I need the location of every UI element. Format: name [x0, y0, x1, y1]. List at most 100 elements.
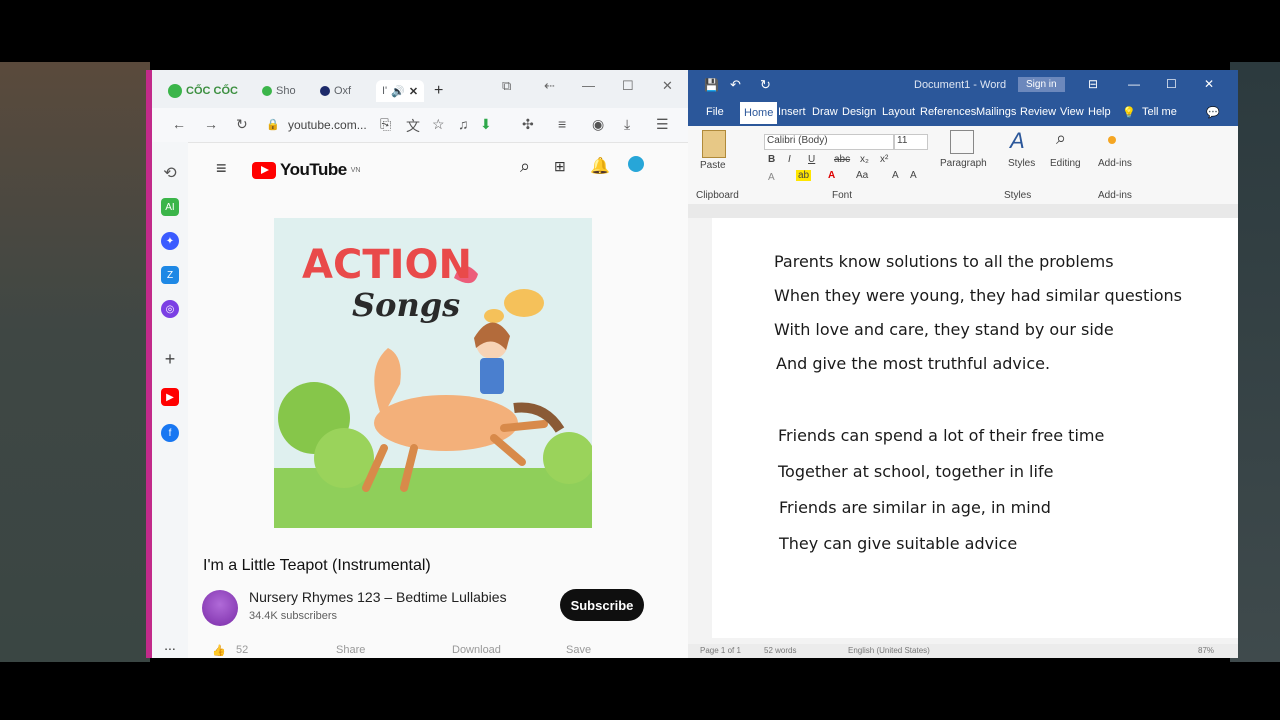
- subscript-icon[interactable]: x₂: [860, 154, 869, 165]
- search-icon[interactable]: ⌕: [520, 156, 530, 177]
- maximize-icon[interactable]: ☐: [1166, 77, 1177, 91]
- find-icon[interactable]: ⌕: [1056, 128, 1066, 149]
- paragraph-button[interactable]: Paragraph: [940, 158, 987, 169]
- region-label: VN: [350, 166, 361, 174]
- underline-icon[interactable]: U: [808, 154, 815, 165]
- tab-view[interactable]: View: [1060, 106, 1084, 118]
- download-green-icon[interactable]: ⬇: [480, 116, 492, 133]
- highlight-icon[interactable]: ab: [796, 170, 812, 181]
- minimize-icon[interactable]: —: [1128, 77, 1140, 91]
- create-icon[interactable]: ⊞: [554, 158, 566, 175]
- hamburger-icon[interactable]: ≡: [216, 158, 227, 179]
- browser-tab-3[interactable]: I' 🔊 ✕: [376, 80, 425, 102]
- italic-icon[interactable]: I: [788, 154, 791, 165]
- video-thumbnail[interactable]: ACTION Songs: [274, 218, 592, 528]
- assistant-icon[interactable]: ◎: [161, 300, 179, 318]
- channel-name[interactable]: Nursery Rhymes 123 – Bedtime Lullabies: [249, 589, 507, 605]
- save-icon[interactable]: 💾: [704, 78, 719, 92]
- back-arrow-icon[interactable]: ⇠: [544, 78, 555, 94]
- paste-icon[interactable]: [702, 130, 726, 158]
- back-icon[interactable]: ←: [172, 116, 186, 132]
- star-icon[interactable]: ☆: [432, 116, 445, 133]
- history-icon[interactable]: ⟲: [161, 164, 179, 182]
- grow-font-icon[interactable]: A: [892, 170, 899, 181]
- close-icon[interactable]: ✕: [1204, 77, 1214, 91]
- close-tab-icon[interactable]: ✕: [409, 85, 418, 98]
- tab-insert[interactable]: Insert: [778, 106, 806, 118]
- browser-tab-1[interactable]: Sho: [262, 80, 296, 102]
- youtube-sidebar-icon[interactable]: ▶: [161, 388, 179, 406]
- ribbon-display-icon[interactable]: ⊟: [1088, 77, 1098, 91]
- messenger-icon[interactable]: ✦: [161, 232, 179, 250]
- add-sidebar-icon[interactable]: +: [161, 349, 179, 369]
- font-size-box[interactable]: 11: [894, 134, 928, 150]
- more-icon[interactable]: ...: [161, 636, 179, 654]
- paste-label[interactable]: Paste: [700, 160, 726, 171]
- profile-icon[interactable]: ◉: [592, 116, 604, 133]
- forward-icon[interactable]: →: [204, 116, 218, 132]
- browser-brand[interactable]: CỐC CỐC: [168, 80, 238, 102]
- save-button[interactable]: Save: [566, 644, 591, 656]
- account-avatar[interactable]: [628, 156, 644, 172]
- install-icon[interactable]: ⎘: [380, 116, 391, 133]
- share-button[interactable]: Share: [336, 644, 365, 656]
- tab-review[interactable]: Review: [1020, 106, 1056, 118]
- undo-icon[interactable]: ↶: [730, 77, 741, 93]
- paragraph-icon[interactable]: [950, 130, 974, 154]
- tell-me-box[interactable]: Tell me: [1142, 106, 1177, 118]
- channel-avatar[interactable]: [202, 590, 238, 626]
- tab-design[interactable]: Design: [842, 106, 876, 118]
- maximize-icon[interactable]: ☐: [622, 78, 634, 94]
- tab-home[interactable]: Home: [740, 102, 778, 124]
- music-icon[interactable]: ♫: [458, 116, 469, 132]
- youtube-logo[interactable]: YouTube VN: [252, 160, 360, 180]
- minimize-icon[interactable]: —: [582, 78, 595, 93]
- addins-icon[interactable]: [1108, 136, 1116, 144]
- comments-icon[interactable]: 💬: [1206, 106, 1220, 119]
- url-field[interactable]: youtube.com...: [288, 118, 367, 132]
- browser-sidebar: ⟲ AI ✦ Z ◎ + ▶ f ...: [152, 142, 188, 658]
- redo-icon[interactable]: ↻: [760, 77, 771, 93]
- styles-button[interactable]: Styles: [1008, 158, 1035, 169]
- tab-file[interactable]: File: [706, 106, 724, 118]
- tab-layout[interactable]: Layout: [882, 106, 915, 118]
- font-name-box[interactable]: Calibri (Body): [764, 134, 894, 150]
- reload-icon[interactable]: ↻: [236, 116, 248, 133]
- menu-icon[interactable]: ☰: [656, 116, 669, 133]
- superscript-icon[interactable]: x²: [880, 154, 888, 165]
- facebook-icon[interactable]: f: [161, 424, 179, 442]
- new-tab-button[interactable]: +: [434, 80, 443, 102]
- zalo-icon[interactable]: Z: [161, 266, 179, 284]
- zoom-level[interactable]: 87%: [1198, 646, 1214, 655]
- downloads-icon[interactable]: ⤓: [624, 116, 630, 133]
- bold-icon[interactable]: B: [768, 154, 775, 165]
- word-count[interactable]: 52 words: [764, 646, 796, 655]
- playlist-icon[interactable]: ≡: [558, 116, 566, 132]
- shrink-font-icon[interactable]: A: [910, 170, 917, 181]
- browser-tab-2[interactable]: Oxf: [320, 80, 351, 102]
- close-window-icon[interactable]: ✕: [662, 78, 673, 94]
- language[interactable]: English (United States): [848, 646, 930, 655]
- extensions-icon[interactable]: ✣: [522, 116, 534, 133]
- download-button[interactable]: Download: [452, 644, 501, 656]
- tab-mailings[interactable]: Mailings: [976, 106, 1016, 118]
- translate-icon[interactable]: 文: [406, 116, 420, 136]
- like-icon[interactable]: 👍: [212, 644, 226, 657]
- tab-draw[interactable]: Draw: [812, 106, 838, 118]
- tab-label: Oxf: [334, 85, 352, 97]
- addins-button[interactable]: Add-ins: [1098, 158, 1132, 169]
- font-color-icon[interactable]: A: [828, 170, 835, 181]
- text-effects-icon[interactable]: A: [768, 172, 775, 183]
- styles-icon[interactable]: A: [1010, 128, 1025, 154]
- editing-button[interactable]: Editing: [1050, 158, 1081, 169]
- ai-icon[interactable]: AI: [161, 198, 179, 216]
- tab-references[interactable]: References: [920, 106, 976, 118]
- document-page[interactable]: Parents know solutions to all the proble…: [712, 218, 1238, 638]
- notification-bell-icon[interactable]: 🔔: [590, 156, 610, 176]
- strikethrough-icon[interactable]: abc: [834, 154, 850, 165]
- signin-button[interactable]: Sign in: [1018, 77, 1065, 92]
- subscribe-button[interactable]: Subscribe: [560, 589, 644, 621]
- screenshot-icon[interactable]: ⧉: [502, 78, 511, 94]
- change-case-icon[interactable]: Aa: [856, 170, 868, 181]
- tab-help[interactable]: Help: [1088, 106, 1111, 118]
